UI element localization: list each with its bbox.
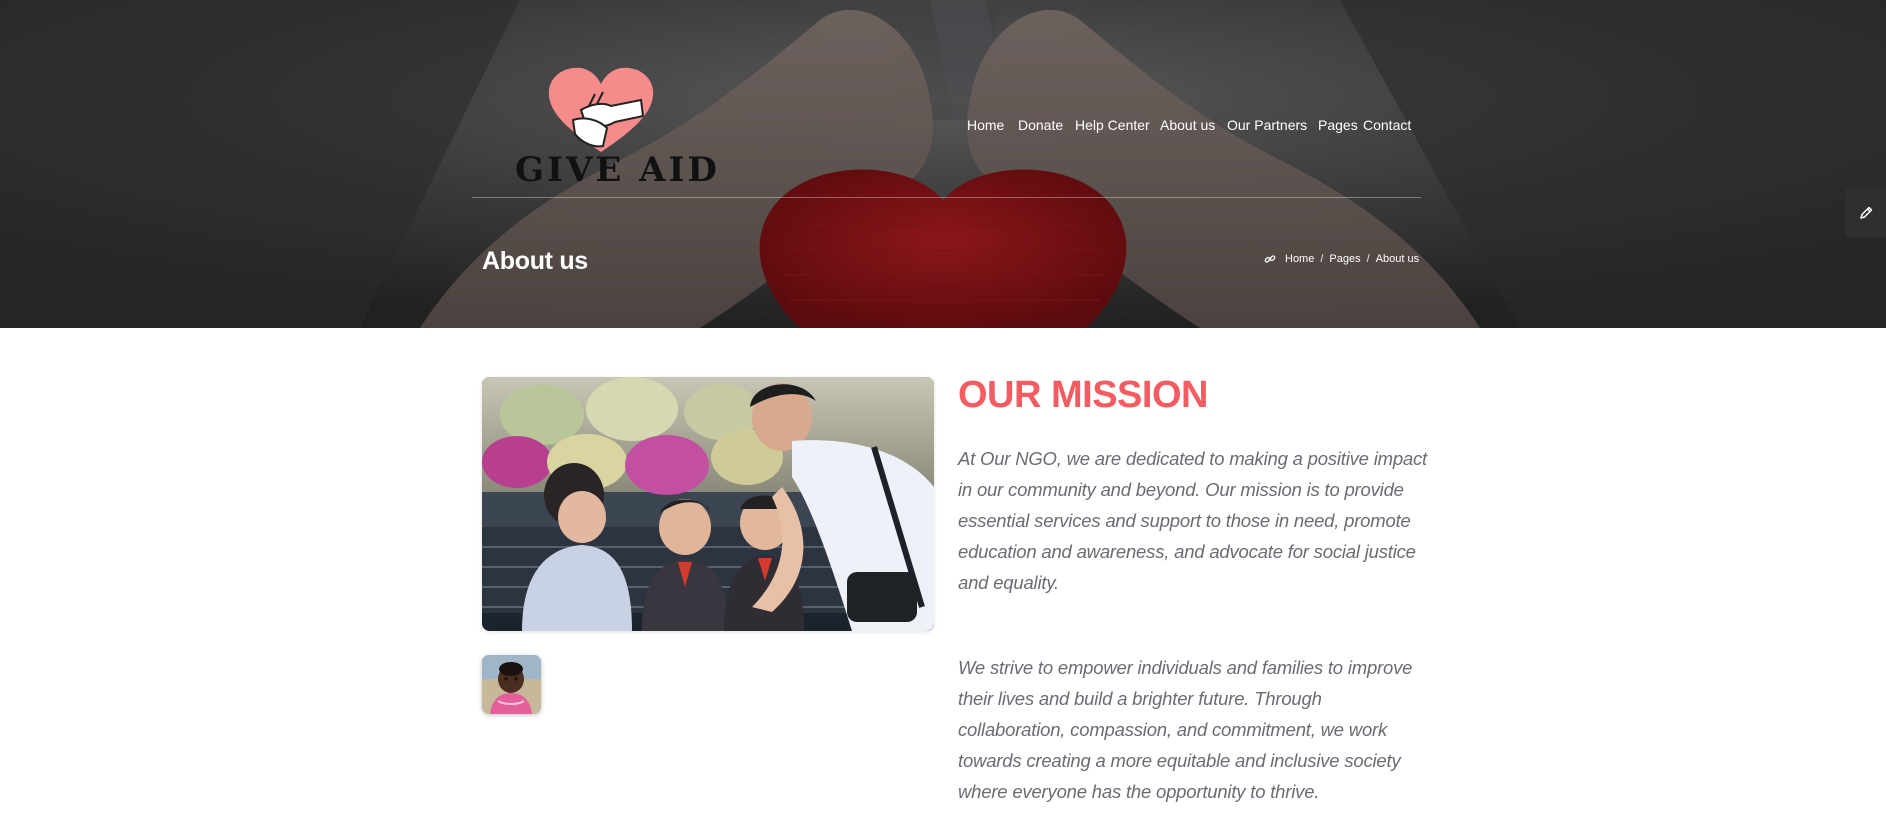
breadcrumb-separator: / [1320,253,1324,265]
header-divider [472,197,1421,198]
mission-heading: OUR MISSION [958,374,1208,416]
gallery-thumbnail[interactable] [482,655,541,714]
breadcrumb-separator: / [1366,253,1370,265]
nav-item-help-center[interactable]: Help Center [1075,117,1150,133]
nav-item-donate[interactable]: Donate [1018,117,1063,133]
nav-item-home[interactable]: Home [967,117,1004,133]
page-title: About us [482,247,588,275]
heart-hands-logo-icon [548,67,654,152]
hero-background-image [0,0,1886,328]
breadcrumb: Home / Pages / About us [1264,252,1419,266]
nav-item-contact[interactable]: Contact [1363,117,1411,133]
hero-banner: GIVE AID Home Donate Help Center About u… [0,0,1886,328]
child-portrait-thumbnail-image [482,655,541,714]
logo-text: GIVE AID [515,150,720,190]
main-navigation: Home Donate Help Center About us Our Par… [0,117,1420,137]
pencil-icon [1859,206,1872,219]
link-icon [1264,255,1276,263]
breadcrumb-current: About us [1375,253,1420,265]
volunteers-with-children-image [482,377,934,631]
photo-illustration [482,377,934,631]
style-switcher-toggle[interactable] [1845,189,1886,237]
breadcrumb-home[interactable]: Home [1285,253,1314,265]
nav-item-about-us[interactable]: About us [1160,117,1215,133]
breadcrumb-pages[interactable]: Pages [1329,253,1360,265]
mission-paragraph: We strive to empower individuals and fam… [958,657,1413,802]
mission-paragraph: At Our NGO, we are dedicated to making a… [958,448,1427,593]
nav-item-our-partners[interactable]: Our Partners [1227,117,1307,133]
nav-item-pages[interactable]: Pages [1318,117,1358,133]
